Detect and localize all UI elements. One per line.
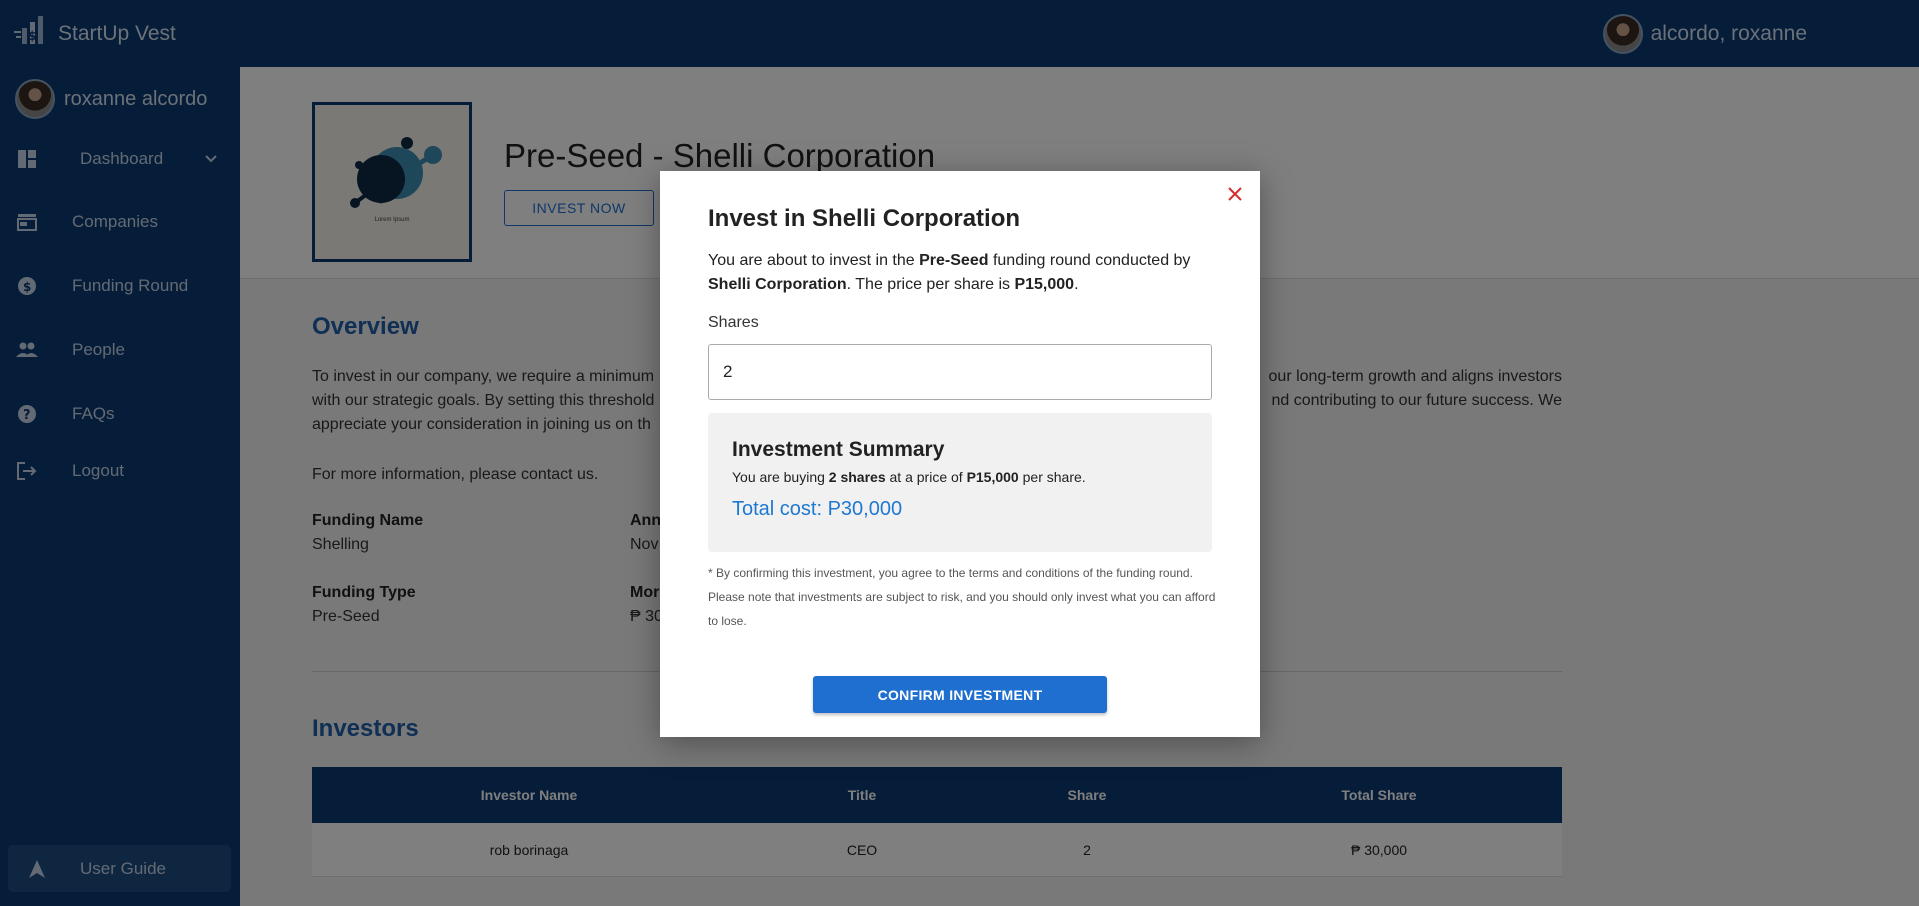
summary-text: You are buying 2 shares at a price of P1…	[732, 469, 1086, 485]
disclaimer-text: * By confirming this investment, you agr…	[708, 566, 1216, 628]
summary-part: per share.	[1018, 469, 1086, 485]
confirm-investment-button[interactable]: CONFIRM INVESTMENT	[813, 676, 1107, 713]
summary-title: Investment Summary	[732, 438, 945, 461]
desc-text: .	[1074, 276, 1079, 293]
shares-input[interactable]	[708, 344, 1212, 400]
investment-summary: Investment Summary You are buying 2 shar…	[708, 413, 1212, 552]
desc-text: You are about to invest in the	[708, 252, 920, 269]
summary-price: P15,000	[966, 469, 1019, 485]
modal-description: You are about to invest in the Pre-Seed …	[708, 249, 1216, 297]
summary-part: You are buying	[732, 469, 829, 485]
close-icon[interactable]	[1224, 183, 1246, 205]
shares-label: Shares	[708, 314, 759, 331]
invest-modal: Invest in Shelli Corporation You are abo…	[660, 171, 1260, 737]
summary-shares: 2 shares	[828, 469, 886, 485]
summary-part: at a price of	[885, 469, 967, 485]
total-cost: Total cost: P30,000	[732, 498, 903, 520]
desc-text: funding round conducted by	[988, 252, 1191, 269]
round-name: Pre-Seed	[919, 252, 989, 269]
share-price: P15,000	[1014, 276, 1075, 293]
company-name: Shelli Corporation	[708, 276, 847, 293]
desc-text: . The price per share is	[846, 276, 1015, 293]
modal-title: Invest in Shelli Corporation	[708, 205, 1021, 232]
